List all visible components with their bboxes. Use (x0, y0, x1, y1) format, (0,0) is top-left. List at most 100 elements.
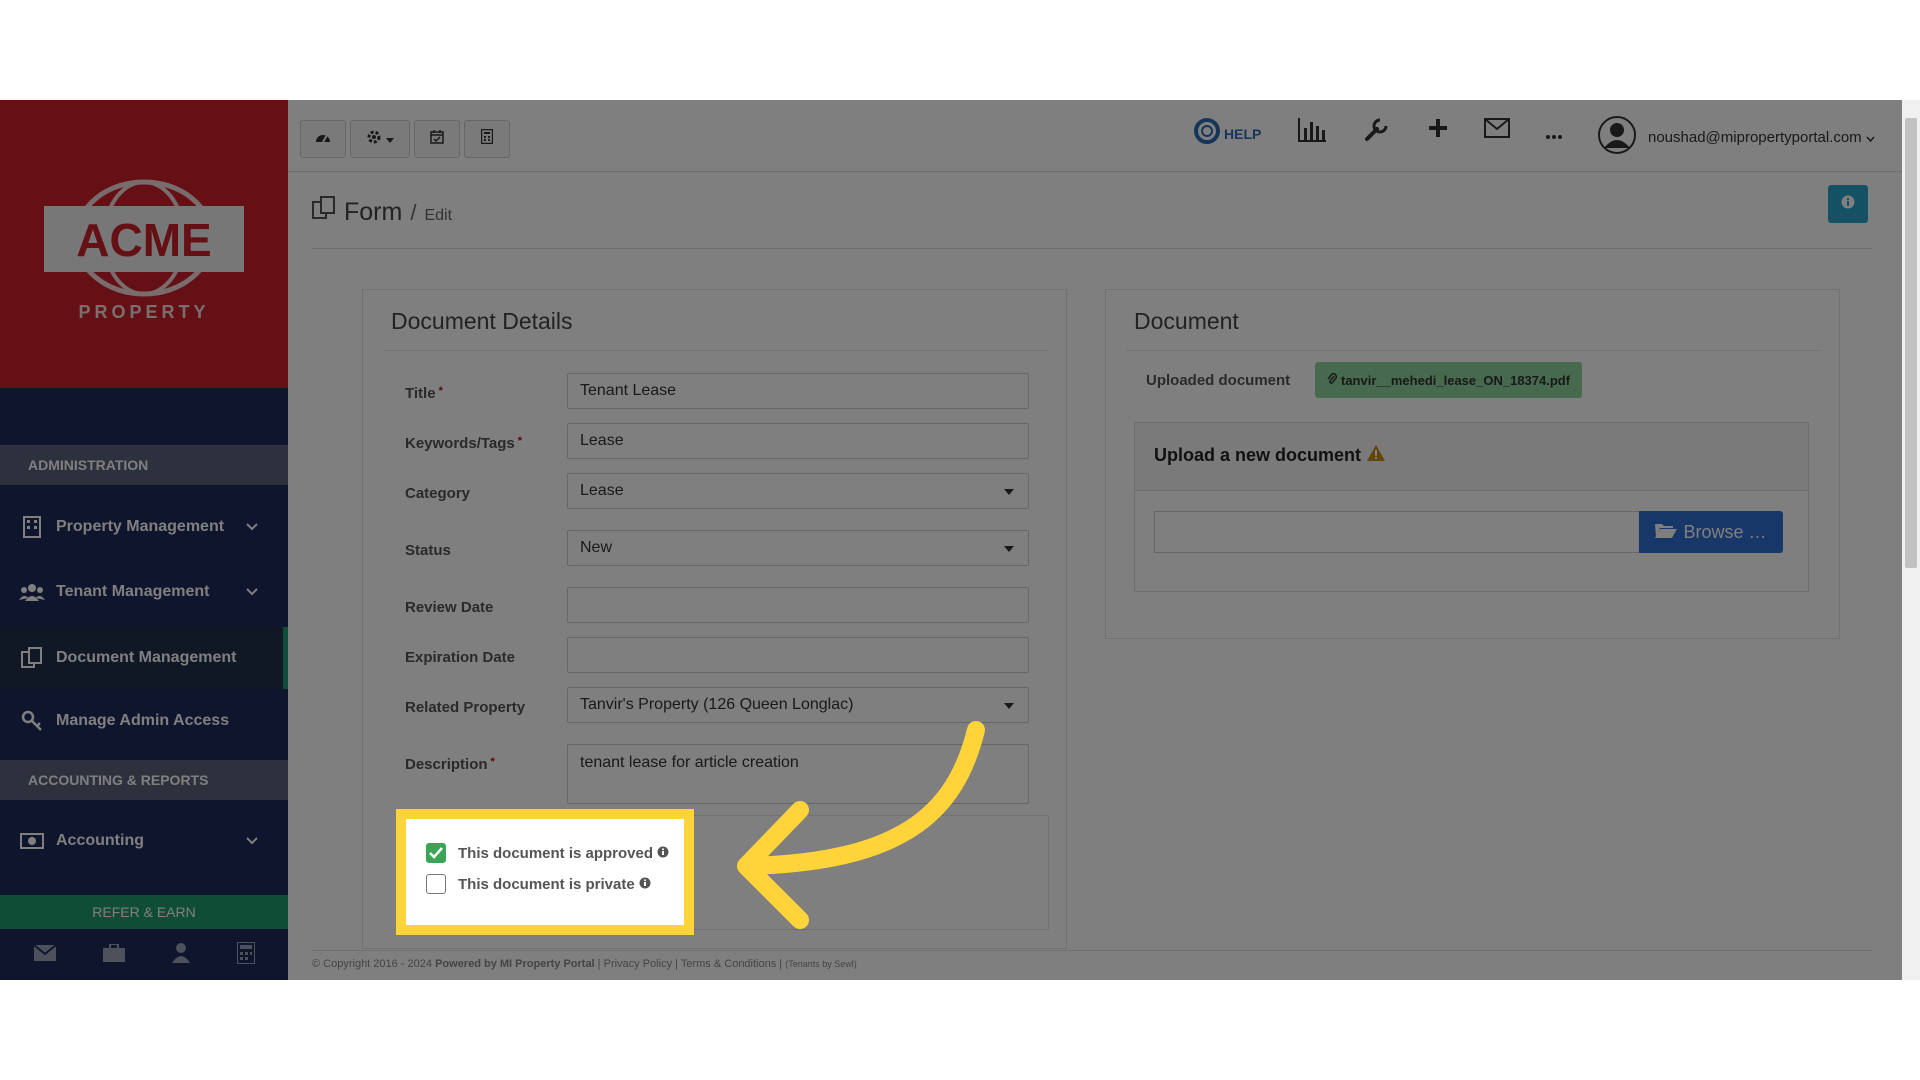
divider (312, 950, 1872, 951)
status-select[interactable]: New (567, 530, 1029, 566)
section-accounting: ACCOUNTING & REPORTS (0, 760, 288, 800)
page-info-button[interactable] (1828, 185, 1868, 223)
calculator-icon[interactable] (235, 940, 256, 969)
browse-label: Browse … (1683, 521, 1767, 542)
footer-powered-by[interactable]: Powered by MI Property Portal (435, 958, 595, 970)
breadcrumb-separator: / (410, 200, 417, 225)
divider (1126, 350, 1821, 351)
info-icon[interactable] (657, 845, 669, 862)
chevron-down-icon (246, 518, 258, 536)
gear-icon (366, 129, 382, 150)
reports-button[interactable] (1298, 118, 1326, 147)
tools-button[interactable] (1364, 118, 1388, 147)
title-input[interactable]: Tenant Lease (567, 373, 1029, 409)
highlighted-checkbox-box: This document is approved This document … (396, 809, 694, 935)
sidebar-item-tenant-management[interactable]: Tenant Management (0, 561, 288, 623)
calculator-button[interactable] (464, 120, 510, 158)
info-icon[interactable] (639, 876, 651, 893)
plus-icon (1428, 118, 1448, 143)
status-value: New (580, 539, 613, 556)
lifebuoy-icon (1194, 118, 1220, 149)
private-checkbox-row[interactable]: This document is private (426, 874, 651, 894)
sidebar-item-label: Document Management (56, 649, 237, 666)
settings-dropdown-button[interactable] (350, 120, 410, 158)
sidebar-bottom-bar (0, 930, 288, 980)
review-date-input[interactable] (567, 587, 1029, 623)
mail-icon[interactable] (32, 943, 57, 966)
sidebar-item-document-management[interactable]: Document Management (0, 627, 288, 689)
keywords-input[interactable]: Lease (567, 423, 1029, 459)
related-property-select[interactable]: Tanvir's Property (126 Queen Longlac) (567, 687, 1029, 723)
panel-title: Document Details (391, 308, 573, 334)
divider (312, 248, 1872, 249)
warning-icon (1367, 445, 1386, 466)
bar-chart-icon (1298, 118, 1326, 147)
expiration-date-label: Expiration Date (405, 649, 516, 666)
file-path-input[interactable] (1154, 511, 1640, 553)
briefcase-icon[interactable] (102, 942, 125, 967)
breadcrumb: Form / Edit (312, 196, 452, 227)
app-window: ACME PROPERTY ADMINISTRATION Property Ma… (0, 100, 1920, 980)
document-panel: Document Uploaded document tanvir__mehed… (1105, 289, 1840, 639)
category-select[interactable]: Lease (567, 473, 1029, 509)
svg-text:PROPERTY: PROPERTY (78, 302, 209, 322)
check-icon (429, 847, 443, 859)
more-button[interactable] (1546, 126, 1562, 144)
top-bar: HELP noushad@mipropertyportal.com (288, 100, 1902, 172)
section-administration: ADMINISTRATION (0, 445, 288, 485)
browse-button[interactable]: Browse … (1639, 511, 1783, 553)
footer-copyright: © Copyright 2016 - 2024 (312, 958, 433, 970)
refer-and-earn-button[interactable]: REFER & EARN (0, 895, 288, 929)
approved-checkbox-row[interactable]: This document is approved (426, 843, 669, 863)
expiration-date-input[interactable] (567, 637, 1029, 673)
keywords-label: Keywords/Tags * (405, 435, 523, 452)
user-email: noushad@mipropertyportal.com (1648, 128, 1862, 146)
title-label: Title * (405, 385, 443, 402)
dashboard-button[interactable] (300, 120, 346, 158)
uploaded-file-link[interactable]: tanvir__mehedi_lease_ON_18374.pdf (1315, 362, 1583, 398)
footer-privacy-link[interactable]: Privacy Policy (604, 958, 672, 970)
paperclip-icon (1327, 372, 1338, 388)
messages-button[interactable] (1484, 118, 1510, 143)
caret-down-icon (386, 130, 394, 148)
scrollbar[interactable] (1902, 100, 1920, 980)
scrollbar-thumb[interactable] (1905, 118, 1917, 568)
sidebar-item-label: Tenant Management (56, 583, 210, 600)
documents-icon (312, 196, 336, 225)
calendar-button[interactable] (414, 120, 460, 158)
sidebar-item-label: Accounting (56, 832, 144, 849)
chevron-down-icon (246, 832, 258, 850)
sidebar-item-property-management[interactable]: Property Management (0, 496, 288, 558)
add-button[interactable] (1428, 118, 1448, 143)
sidebar-item-label: Manage Admin Access (56, 712, 230, 729)
avatar (1598, 116, 1636, 158)
caret-down-icon (1004, 489, 1014, 495)
uploaded-document-label: Uploaded document (1146, 372, 1291, 389)
approved-label: This document is approved (458, 844, 654, 862)
pointer-arrow-icon (737, 721, 985, 929)
sidebar: ACME PROPERTY ADMINISTRATION Property Ma… (0, 100, 288, 980)
wrench-icon (1364, 118, 1388, 147)
folder-open-icon (1655, 522, 1678, 543)
uploaded-file-name: tanvir__mehedi_lease_ON_18374.pdf (1341, 372, 1571, 388)
private-label: This document is private (458, 875, 635, 893)
divider (383, 350, 1048, 351)
review-date-label: Review Date (405, 599, 494, 616)
approved-checkbox[interactable] (426, 843, 446, 863)
page-title: Form (344, 198, 403, 226)
related-property-label: Related Property (405, 699, 526, 716)
user-menu[interactable]: noushad@mipropertyportal.com (1598, 116, 1875, 158)
description-label: Description * (405, 756, 495, 773)
info-icon (1841, 195, 1855, 214)
acme-logo: ACME PROPERTY (44, 179, 244, 322)
help-label: HELP (1224, 125, 1262, 142)
private-checkbox[interactable] (426, 874, 446, 894)
user-icon[interactable] (171, 942, 190, 968)
dashboard-icon (315, 130, 331, 148)
panel-title: Document (1134, 308, 1239, 334)
help-button[interactable]: HELP (1194, 118, 1261, 149)
sidebar-item-manage-admin-access[interactable]: Manage Admin Access (0, 690, 288, 752)
related-property-value: Tanvir's Property (126 Queen Longlac) (580, 696, 854, 713)
documents-icon (18, 646, 46, 670)
sidebar-item-accounting[interactable]: Accounting (0, 810, 288, 872)
